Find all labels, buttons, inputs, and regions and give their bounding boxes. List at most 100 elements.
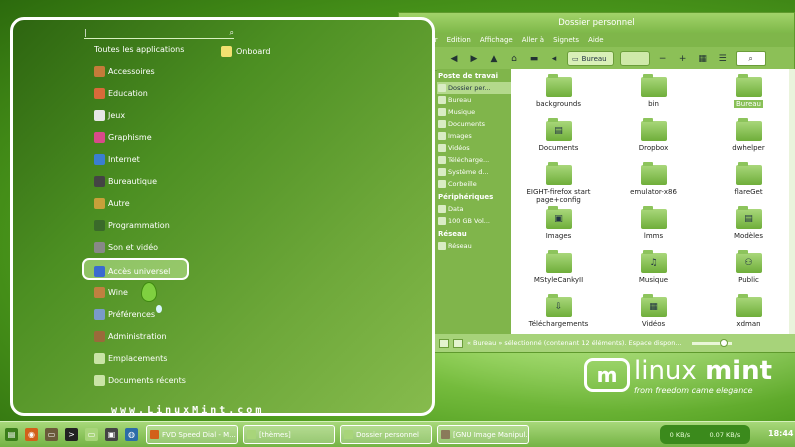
- category-item[interactable]: Préférences: [94, 308, 155, 320]
- file-item[interactable]: xdman: [701, 293, 795, 336]
- zoom-out-icon[interactable]: −: [656, 52, 670, 66]
- sidebar-item-videos[interactable]: Vidéos: [437, 142, 511, 154]
- file-item[interactable]: backgrounds: [511, 73, 606, 117]
- category-item[interactable]: Education: [94, 87, 148, 99]
- vertical-scrollbar[interactable]: [789, 69, 795, 336]
- zoom-in-icon[interactable]: +: [676, 52, 690, 66]
- task-themes[interactable]: [thèmes]: [243, 425, 335, 444]
- folder-icon: [344, 430, 353, 439]
- file-item[interactable]: ♫ Musique: [606, 249, 701, 293]
- folder-icon: ⚇: [735, 250, 762, 273]
- back-arrow-icon[interactable]: ◀: [447, 52, 461, 66]
- file-item-label: flareGet: [734, 188, 763, 196]
- sidebar-item-pictures[interactable]: Images: [437, 130, 511, 142]
- file-item[interactable]: EIGHT-firefox start page+config: [511, 161, 606, 205]
- category-item[interactable]: Emplacements: [94, 352, 167, 364]
- sidebar-item-network[interactable]: Réseau: [437, 240, 511, 252]
- category-item[interactable]: Programmation: [94, 219, 170, 231]
- sidebar-item-trash[interactable]: Corbeille: [437, 178, 511, 190]
- category-icon: [94, 352, 105, 364]
- terminal-icon[interactable]: >: [65, 428, 78, 441]
- list-view-icon[interactable]: ☰: [716, 52, 730, 66]
- zoom-slider[interactable]: [691, 338, 732, 347]
- up-arrow-icon[interactable]: ▲: [487, 52, 501, 66]
- menu-edit[interactable]: Edition: [447, 33, 471, 47]
- task-home-folder[interactable]: Dossier personnel: [340, 425, 432, 444]
- app-icon[interactable]: ▣: [105, 428, 118, 441]
- path-segment[interactable]: [619, 51, 650, 66]
- folder-icon[interactable]: ▭: [85, 428, 98, 441]
- file-item[interactable]: MStyleCankyII: [511, 249, 606, 293]
- firefox-icon[interactable]: ◉: [25, 428, 38, 441]
- home-icon[interactable]: ⌂: [507, 52, 521, 66]
- forward-arrow-icon[interactable]: ▶: [467, 52, 481, 66]
- computer-icon[interactable]: ▬: [527, 52, 541, 66]
- file-item[interactable]: ⚇ Public: [701, 249, 795, 293]
- category-item[interactable]: Autre: [94, 197, 130, 209]
- all-applications-button[interactable]: Toutes les applications: [94, 45, 184, 54]
- sidebar-toggle-button[interactable]: [439, 338, 449, 348]
- file-item[interactable]: ▦ Vidéos: [606, 293, 701, 336]
- file-item[interactable]: dwhelper: [701, 117, 795, 161]
- menu-bookmarks[interactable]: Signets: [553, 33, 579, 47]
- file-item[interactable]: ⇩ Téléchargements: [511, 293, 606, 336]
- sidebar-item-desktop[interactable]: Bureau: [437, 94, 511, 106]
- category-item[interactable]: Accessoires: [94, 65, 155, 77]
- task-speed-dial[interactable]: FVD Speed Dial - M...: [146, 425, 238, 444]
- icon-view-icon[interactable]: ▦: [696, 52, 710, 66]
- category-item[interactable]: Bureautique: [94, 175, 157, 187]
- path-button-bureau[interactable]: ▭ Bureau: [567, 51, 614, 66]
- preview-toggle-button[interactable]: [453, 338, 463, 348]
- file-item[interactable]: ▤ Documents: [511, 117, 606, 161]
- clock[interactable]: 18:44: [768, 429, 793, 438]
- category-item[interactable]: Administration: [94, 330, 167, 342]
- file-view[interactable]: backgrounds bin Bureau ▤ Documents Dropbox dwh…: [511, 69, 795, 336]
- category-item[interactable]: Jeux: [94, 109, 125, 121]
- firefox-icon: [150, 430, 159, 439]
- category-item[interactable]: Son et vidéo: [94, 241, 158, 253]
- browser-icon[interactable]: ◍: [125, 428, 138, 441]
- search-input-text: |: [84, 28, 87, 37]
- sidebar-item-documents[interactable]: Documents: [437, 118, 511, 130]
- category-icon: [94, 153, 105, 165]
- category-item[interactable]: Accès universel: [94, 265, 170, 277]
- folder-icon: [545, 74, 572, 97]
- sidebar-item-music[interactable]: Musique: [437, 106, 511, 118]
- file-item[interactable]: ▣ Images: [511, 205, 606, 249]
- task-gimp[interactable]: [GNU Image Manipul...: [437, 425, 529, 444]
- sidebar-item-data[interactable]: Data: [437, 203, 511, 215]
- file-item-label: xdman: [736, 320, 761, 328]
- file-item[interactable]: Bureau: [701, 73, 795, 117]
- drive-icon: [438, 205, 446, 213]
- menu-go[interactable]: Aller à: [522, 33, 544, 47]
- category-item[interactable]: Wine: [94, 286, 128, 298]
- category-icon: [94, 65, 105, 77]
- menu-icon[interactable]: ▤: [5, 428, 18, 441]
- category-item[interactable]: Graphisme: [94, 131, 152, 143]
- file-item[interactable]: bin: [606, 73, 701, 117]
- folder-icon: [735, 294, 762, 317]
- category-item[interactable]: Documents récents: [94, 374, 186, 386]
- logo-word-mint: mint: [705, 356, 773, 386]
- sidebar-item-downloads[interactable]: Télécharge...: [437, 154, 511, 166]
- menu-view[interactable]: Affichage: [480, 33, 513, 47]
- category-item[interactable]: Internet: [94, 153, 140, 165]
- file-manager-icon[interactable]: ▭: [45, 428, 58, 441]
- file-item[interactable]: lmms: [606, 205, 701, 249]
- file-item[interactable]: emulator-x86: [606, 161, 701, 205]
- sidebar-item-home[interactable]: Dossier per...: [437, 82, 511, 94]
- file-item[interactable]: Dropbox: [606, 117, 701, 161]
- file-manager-window[interactable]: Dossier personnel hier Edition Affichage…: [398, 12, 795, 353]
- zoom-slider-thumb[interactable]: [719, 338, 728, 347]
- sidebar-item-volume[interactable]: 100 GB Vol...: [437, 215, 511, 227]
- leaf-cursor-icon: [141, 282, 157, 302]
- sidebar-item-filesystem[interactable]: Système d...: [437, 166, 511, 178]
- folder-icon: ♫: [640, 250, 667, 273]
- favorite-onboard[interactable]: Onboard: [221, 46, 270, 57]
- menu-search-field[interactable]: | ⌕: [84, 27, 234, 39]
- file-item[interactable]: flareGet: [701, 161, 795, 205]
- location-toggle-icon[interactable]: ◂: [547, 52, 561, 66]
- search-button[interactable]: ⌕: [735, 51, 766, 66]
- file-item[interactable]: ▤ Modèles: [701, 205, 795, 249]
- menu-help[interactable]: Aide: [588, 33, 603, 47]
